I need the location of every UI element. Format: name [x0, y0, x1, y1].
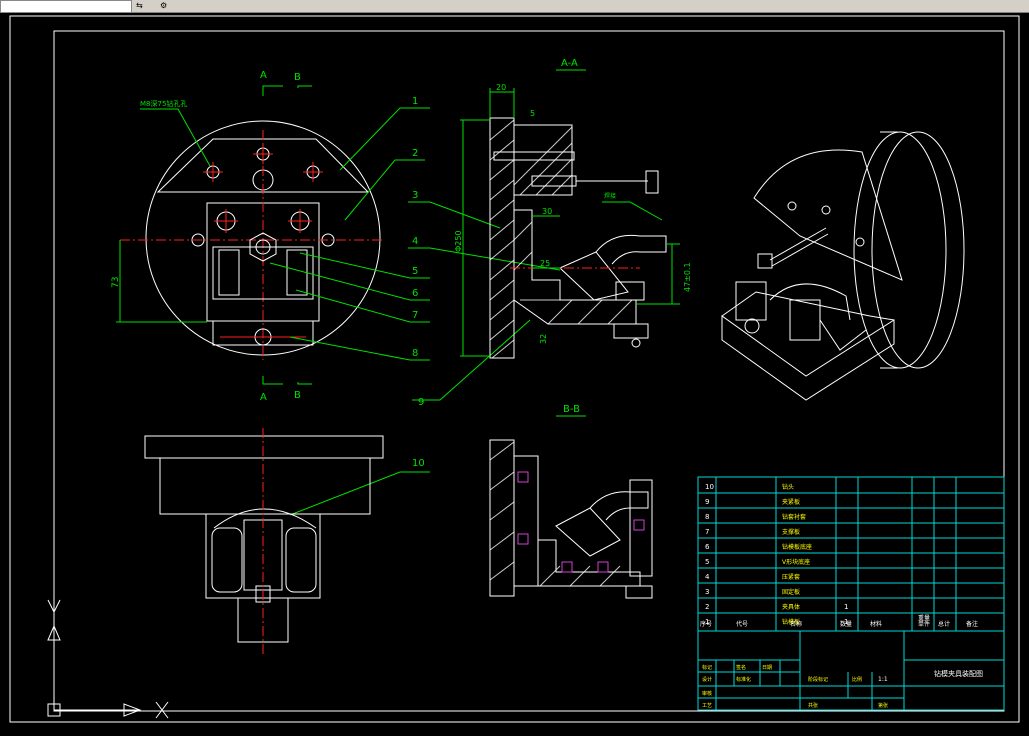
- bom-row-qty: 1: [844, 603, 848, 611]
- bom-header-cell: 序号: [700, 620, 712, 628]
- bom-row-number: 4: [705, 573, 710, 581]
- dim-30: 30: [542, 207, 552, 216]
- section-bb: B-B: [489, 404, 653, 599]
- isometric-view: [721, 131, 965, 401]
- cut-a-top: A: [260, 70, 267, 81]
- dim-25: 25: [540, 259, 550, 268]
- bom-header-cell: 备注: [966, 620, 978, 628]
- ucs-icon: [47, 590, 169, 719]
- arrow-icon[interactable]: ⇆: [136, 0, 143, 11]
- title-label-process: 工艺: [702, 703, 712, 709]
- cut-a-bottom: A: [260, 392, 267, 403]
- bom-row-number: 5: [705, 558, 709, 566]
- dim-5: 5: [530, 109, 535, 118]
- section-aa-label: A-A: [561, 58, 578, 69]
- part-number: 5: [412, 266, 418, 277]
- bom-row-number: 3: [705, 588, 709, 596]
- weld-note: 焊接: [604, 192, 616, 200]
- part-number: 9: [418, 397, 424, 408]
- bom-row-name: 钻套衬套: [782, 513, 806, 521]
- bom-row-number: 7: [705, 528, 709, 536]
- title-label-design: 设计: [702, 676, 712, 683]
- thread-note: M8深75钻孔孔: [140, 99, 187, 108]
- bom-row-name: 压紧套: [782, 573, 800, 581]
- bottom-view: [144, 428, 384, 656]
- bom-row-number: 6: [705, 543, 710, 551]
- part-number: 7: [412, 310, 418, 321]
- bom-row-name: 夹具体: [782, 603, 800, 611]
- part-number: 10: [412, 458, 425, 469]
- title-label-check: 审核: [702, 690, 712, 697]
- bom-header-cell: 总计: [938, 620, 950, 628]
- part-number: 4: [412, 236, 418, 247]
- section-bb-label: B-B: [563, 404, 580, 415]
- dim-73: 73: [111, 277, 121, 288]
- dim-20: 20: [496, 83, 506, 92]
- bom-row-name: 固定板: [782, 588, 800, 596]
- title-label-standard: 标准化: [736, 676, 751, 683]
- title-label-date: 日期: [762, 665, 772, 671]
- bom-row-name: 支撑板: [782, 528, 800, 536]
- inner-frame: [53, 30, 1005, 712]
- title-label-sheet: 共张: [808, 702, 818, 709]
- bom-header-cell: 数量: [840, 620, 852, 628]
- bom-row-name: 夹紧板: [782, 498, 800, 506]
- title-label-stage: 阶段标记: [808, 676, 828, 683]
- front-view: 73 A B A B M8深75钻孔孔: [111, 70, 385, 403]
- part-number: 6: [412, 288, 418, 299]
- drawing-title: 钻模夹具装配图: [934, 669, 983, 678]
- cut-b-top: B: [294, 72, 301, 83]
- dim-32: 32: [539, 334, 548, 344]
- cut-b-bottom: B: [294, 390, 301, 401]
- bom-header-weight: 重量: [918, 614, 930, 622]
- part-number: 2: [412, 148, 418, 159]
- bom-row-number: 2: [705, 603, 709, 611]
- bom-header-cell: 名称: [790, 620, 802, 628]
- section-aa: A-A 20 5 Φ250 30 25 32 47±0.1 焊接: [454, 58, 692, 359]
- bom-row-number: 8: [705, 513, 709, 521]
- bom-row-name: V形块底座: [782, 558, 810, 566]
- bom-table: 10 钻头 9 夹紧板 8 钻套衬套 7 支撑板 6 钻模板底座 5 V形块底座 4 压紧套 3 固定板 2 夹具…: [700, 483, 983, 709]
- cad-drawing-canvas[interactable]: 73 A B A B M8深75钻孔孔 1 2 3 4 5 6 7 8 9 10…: [0, 12, 1029, 732]
- dim-phi250: Φ250: [454, 230, 463, 252]
- title-label-scale: 比例: [852, 676, 862, 683]
- bom-header-cell: 材料: [870, 620, 882, 628]
- gear-icon[interactable]: ⚙: [160, 0, 167, 11]
- drill-hole: [303, 162, 323, 182]
- title-label-sign: 签名: [736, 664, 746, 671]
- part-number: 8: [412, 348, 418, 359]
- bom-header-cell: 代号: [736, 620, 748, 628]
- title-scale-value: 1:1: [878, 676, 888, 683]
- title-label-page: 第张: [878, 702, 888, 709]
- bom-row-number: 10: [705, 483, 714, 491]
- title-label-mark: 标记: [702, 664, 712, 671]
- dim-47: 47±0.1: [683, 262, 692, 292]
- bom-row-name: 钻模板底座: [782, 543, 812, 551]
- drill-hole: [203, 162, 223, 182]
- bom-row-name: 钻头: [782, 483, 794, 491]
- part-number: 3: [412, 190, 418, 201]
- bom-row-number: 9: [705, 498, 709, 506]
- part-number: 1: [412, 96, 418, 107]
- part-leaders: 1 2 3 4 5 6 7 8 9 10: [269, 96, 561, 516]
- title-block: 10 钻头 9 夹紧板 8 钻套衬套 7 支撑板 6 钻模板底座 5 V形块底座 4 压紧套 3 固定板 2 夹具…: [697, 476, 1005, 711]
